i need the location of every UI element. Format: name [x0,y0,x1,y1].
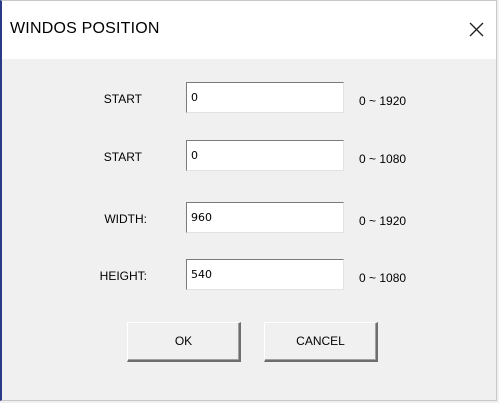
close-icon [469,22,484,37]
height-label: HEIGHT: [99,269,147,283]
start-y-input[interactable] [186,140,344,171]
dialog-title: WINDOS POSITION [10,20,160,37]
close-button[interactable] [460,13,494,47]
title-bar: WINDOS POSITION [2,1,496,59]
start-y-range: 0 ~ 1080 [359,152,407,166]
height-range: 0 ~ 1080 [359,271,407,285]
ok-button[interactable]: OK [127,322,241,362]
start-y-label: START [103,150,142,164]
window-position-dialog: WINDOS POSITION START 0 ~ 1920 START 0 ~… [0,0,497,401]
start-x-input[interactable] [186,82,344,113]
width-label: WIDTH: [104,212,147,226]
width-range: 0 ~ 1920 [359,214,407,228]
start-x-label: START [103,92,142,106]
height-input[interactable] [186,259,344,290]
start-x-range: 0 ~ 1920 [359,94,407,108]
width-input[interactable] [186,202,344,233]
cancel-button[interactable]: CANCEL [264,322,378,362]
